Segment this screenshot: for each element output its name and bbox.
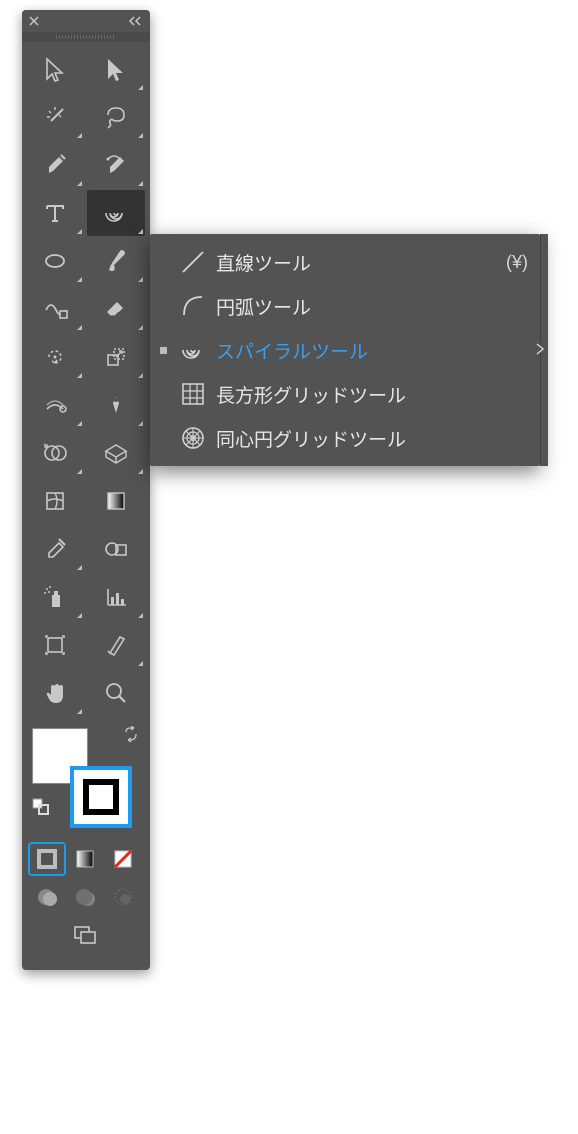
symbol-sprayer-tool[interactable] [26, 574, 84, 620]
color-mode-gradient[interactable] [68, 844, 102, 874]
selected-indicator-icon [156, 347, 170, 354]
draw-behind[interactable] [68, 882, 102, 912]
tools-grid [22, 42, 150, 720]
flyout-indicator-icon [77, 229, 82, 234]
flyout-item-shortcut: (¥) [506, 252, 528, 273]
flyout-indicator-icon [77, 373, 82, 378]
mesh-tool[interactable] [26, 478, 84, 524]
flyout-indicator-icon [138, 85, 143, 90]
gradient-tool[interactable] [87, 478, 145, 524]
type-tool[interactable] [26, 190, 84, 236]
flyout-indicator-icon [77, 709, 82, 714]
flyout-item-label: スパイラルツール [216, 337, 528, 364]
magic-wand-tool[interactable] [26, 94, 84, 140]
flyout-item-label: 直線ツール [216, 249, 506, 276]
default-fill-stroke-icon[interactable] [32, 798, 50, 821]
free-transform-tool[interactable] [87, 382, 145, 428]
color-mode-none[interactable] [106, 844, 140, 874]
flyout-indicator-icon [77, 325, 82, 330]
edit-toolbar-button[interactable] [22, 950, 150, 962]
flyout-indicator-icon [77, 469, 82, 474]
submenu-arrow-icon [536, 339, 544, 361]
rect-grid-icon [176, 380, 210, 408]
stroke-swatch[interactable] [70, 766, 132, 828]
panel-grip[interactable] [22, 32, 150, 42]
flyout-indicator-icon [77, 133, 82, 138]
column-graph-tool[interactable] [87, 574, 145, 620]
flyout-indicator-icon [138, 325, 143, 330]
flyout-indicator-icon [138, 277, 143, 282]
scale-tool[interactable] [87, 334, 145, 380]
flyout-item-rect-grid[interactable]: 長方形グリッドツール [150, 372, 540, 416]
arc-icon [176, 292, 210, 320]
flyout-indicator-icon [138, 229, 143, 234]
color-section [22, 720, 150, 840]
flyout-indicator-icon [138, 661, 143, 666]
flyout-indicator-icon [77, 277, 82, 282]
collapse-icon[interactable] [128, 15, 144, 27]
rotate-tool[interactable] [26, 334, 84, 380]
lasso-tool[interactable] [87, 94, 145, 140]
shape-builder-tool[interactable] [26, 430, 84, 476]
color-mode-row [22, 840, 150, 878]
swap-fill-stroke-icon[interactable] [122, 726, 140, 749]
draw-inside[interactable] [106, 882, 140, 912]
close-icon[interactable] [28, 15, 40, 27]
flyout-indicator-icon [138, 469, 143, 474]
slice-tool[interactable] [87, 622, 145, 668]
flyout-item-label: 円弧ツール [216, 293, 528, 320]
flyout-item-line[interactable]: 直線ツール(¥) [150, 240, 540, 284]
paintbrush-tool[interactable] [87, 238, 145, 284]
polar-grid-icon [176, 424, 210, 452]
draw-mode-row [22, 878, 150, 916]
screen-mode-button[interactable] [22, 916, 150, 950]
panel-titlebar[interactable] [22, 10, 150, 32]
flyout-indicator-icon [77, 565, 82, 570]
flyout-indicator-icon [77, 613, 82, 618]
zoom-tool[interactable] [87, 670, 145, 716]
line-segment-tool[interactable] [87, 190, 145, 236]
eyedropper-tool[interactable] [26, 526, 84, 572]
perspective-grid-tool[interactable] [87, 430, 145, 476]
pen-tool[interactable] [26, 142, 84, 188]
shaper-tool[interactable] [26, 286, 84, 332]
flyout-item-arc[interactable]: 円弧ツール [150, 284, 540, 328]
hand-tool[interactable] [26, 670, 84, 716]
flyout-indicator-icon [138, 181, 143, 186]
flyout-indicator-icon [77, 421, 82, 426]
flyout-indicator-icon [138, 421, 143, 426]
ellipse-tool[interactable] [26, 238, 84, 284]
color-mode-solid[interactable] [30, 844, 64, 874]
flyout-indicator-icon [138, 613, 143, 618]
line-icon [176, 248, 210, 276]
width-tool[interactable] [26, 382, 84, 428]
flyout-indicator-icon [138, 133, 143, 138]
flyout-item-spiral[interactable]: スパイラルツール [150, 328, 540, 372]
line-tool-flyout: 直線ツール(¥) 円弧ツールスパイラルツール長方形グリッドツール同心円グリッドツー… [150, 234, 540, 466]
curvature-pen-tool[interactable] [87, 142, 145, 188]
selection-tool[interactable] [26, 46, 84, 92]
flyout-item-label: 長方形グリッドツール [216, 381, 528, 408]
flyout-indicator-icon [138, 373, 143, 378]
flyout-indicator-icon [77, 181, 82, 186]
tools-panel [22, 10, 150, 970]
eraser-tool[interactable] [87, 286, 145, 332]
artboard-tool[interactable] [26, 622, 84, 668]
direct-selection-tool[interactable] [87, 46, 145, 92]
flyout-item-label: 同心円グリッドツール [216, 425, 528, 452]
blend-tool[interactable] [87, 526, 145, 572]
draw-normal[interactable] [30, 882, 64, 912]
spiral-icon [176, 336, 210, 364]
flyout-item-polar-grid[interactable]: 同心円グリッドツール [150, 416, 540, 460]
